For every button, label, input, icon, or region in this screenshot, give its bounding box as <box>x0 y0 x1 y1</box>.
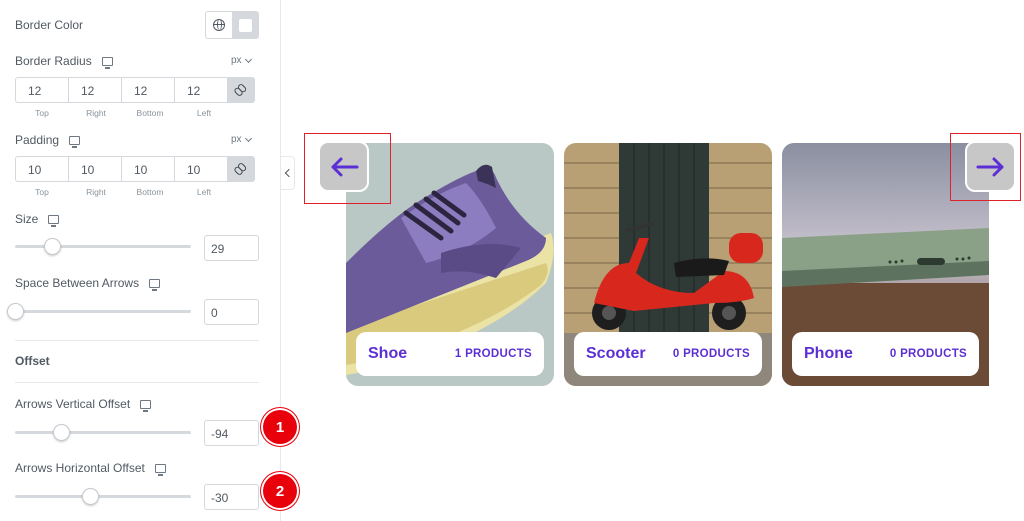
annotation-badge-1: 1 <box>263 410 297 444</box>
slider-handle[interactable] <box>7 303 24 320</box>
divider <box>15 382 259 383</box>
slider-handle[interactable] <box>53 424 70 441</box>
prev-arrow-highlight <box>304 133 391 204</box>
border-radius-label: Border Radius <box>15 54 113 69</box>
border-radius-right-input[interactable]: 12 <box>68 77 122 103</box>
divider <box>15 340 259 341</box>
color-swatch <box>238 18 252 32</box>
size-input[interactable]: 29 <box>204 235 259 261</box>
product-count: 1 PRODUCTS <box>454 348 532 360</box>
link-icon <box>233 82 250 99</box>
padding-left-input[interactable]: 10 <box>174 156 228 182</box>
desktop-icon[interactable] <box>48 214 60 227</box>
settings-panel: Border Color Border Radius px 12 12 12 1… <box>0 0 281 521</box>
slider-handle[interactable] <box>44 238 61 255</box>
collapse-panel-button[interactable] <box>281 156 295 190</box>
horizontal-offset-label: Arrows Horizontal Offset <box>15 461 166 476</box>
global-colors-button[interactable] <box>206 12 232 38</box>
annotation-badge-2: 2 <box>263 474 297 508</box>
padding-side-labels: Top Right Bottom Left <box>35 187 212 197</box>
color-picker-button[interactable] <box>232 12 258 38</box>
category-name: Phone <box>804 345 853 362</box>
vertical-offset-label: Arrows Vertical Offset <box>15 397 152 412</box>
product-count: 0 PRODUCTS <box>672 348 750 360</box>
border-radius-units-select[interactable]: px <box>231 55 252 66</box>
border-radius-top-input[interactable]: 12 <box>15 77 69 103</box>
space-between-input[interactable]: 0 <box>204 299 259 325</box>
link-icon <box>233 161 250 178</box>
category-name: Scooter <box>586 345 646 362</box>
padding-label: Padding <box>15 133 81 148</box>
padding-dimensions: 10 10 10 10 <box>15 156 259 182</box>
border-radius-dimensions: 12 12 12 12 <box>15 77 259 103</box>
vertical-offset-input[interactable]: -94 <box>204 420 259 446</box>
border-color-control[interactable] <box>205 11 259 39</box>
offset-section-title: Offset <box>15 354 50 368</box>
next-arrow-highlight <box>950 133 1021 201</box>
size-slider[interactable] <box>15 238 191 255</box>
size-label: Size <box>15 212 60 227</box>
globe-icon <box>213 19 225 31</box>
desktop-icon[interactable] <box>140 399 152 412</box>
vertical-offset-slider[interactable] <box>15 424 191 441</box>
link-values-button[interactable] <box>227 77 255 103</box>
link-values-button[interactable] <box>227 156 255 182</box>
padding-top-input[interactable]: 10 <box>15 156 69 182</box>
slider-handle[interactable] <box>82 488 99 505</box>
border-radius-left-input[interactable]: 12 <box>174 77 228 103</box>
chevron-down-icon <box>244 55 252 63</box>
product-count: 0 PRODUCTS <box>889 348 967 360</box>
card-caption: Scooter 0 PRODUCTS <box>574 332 762 376</box>
desktop-icon[interactable] <box>149 278 161 291</box>
desktop-icon[interactable] <box>154 463 166 476</box>
border-radius-bottom-input[interactable]: 12 <box>121 77 175 103</box>
chevron-down-icon <box>244 134 252 142</box>
space-between-slider[interactable] <box>7 303 191 320</box>
space-between-label: Space Between Arrows <box>15 276 161 291</box>
card-caption: Phone 0 PRODUCTS <box>792 332 979 376</box>
chevron-left-icon <box>284 168 294 178</box>
card-caption: Shoe 1 PRODUCTS <box>356 332 544 376</box>
horizontal-offset-input[interactable]: -30 <box>204 484 259 510</box>
border-color-label: Border Color <box>15 18 84 32</box>
category-card-scooter[interactable]: Scooter 0 PRODUCTS <box>564 143 772 386</box>
horizontal-offset-slider[interactable] <box>15 488 191 505</box>
desktop-icon[interactable] <box>101 56 113 69</box>
padding-units-select[interactable]: px <box>231 134 252 145</box>
category-name: Shoe <box>368 345 408 362</box>
desktop-icon[interactable] <box>69 135 81 148</box>
padding-bottom-input[interactable]: 10 <box>121 156 175 182</box>
border-radius-side-labels: Top Right Bottom Left <box>35 108 212 118</box>
padding-right-input[interactable]: 10 <box>68 156 122 182</box>
